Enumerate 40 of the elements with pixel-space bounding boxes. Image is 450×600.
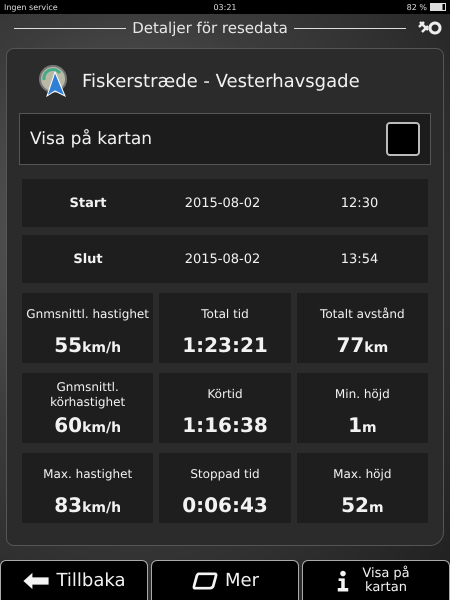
clock-text: 03:21 xyxy=(212,2,238,12)
stat-value: 55km/h xyxy=(54,332,122,356)
stat-value: 60km/h xyxy=(54,412,122,436)
stat-label: Stoppad tid xyxy=(190,466,260,484)
stat-label: Max. höjd xyxy=(333,466,392,484)
screen-title: Detaljer för resedata xyxy=(132,19,288,37)
stat-label: Totalt avstånd xyxy=(320,306,405,324)
time-label: Start xyxy=(68,196,108,210)
battery-icon xyxy=(430,3,446,11)
time-text: 13:54 xyxy=(340,252,380,266)
time-text: 12:30 xyxy=(340,196,380,210)
time-label: Slut xyxy=(72,252,104,266)
stat-label: Gnmsnittl. körhastighet xyxy=(49,380,126,410)
carrier-text: Ingen service xyxy=(4,2,59,12)
date-text: 2015-08-02 xyxy=(184,196,262,210)
stat-value: 1:16:38 xyxy=(182,412,268,436)
stat-value: 52m xyxy=(341,492,384,516)
route-name: Fiskerstræde - Vesterhavsgade xyxy=(82,70,360,92)
stat-value: 1m xyxy=(348,412,377,436)
info-button[interactable]: Visa på kartan xyxy=(302,560,450,600)
date-text: 2015-08-02 xyxy=(184,252,262,266)
stat-value: 83km/h xyxy=(54,492,122,516)
stat-label: Total tid xyxy=(201,306,249,324)
battery-text: 82 % xyxy=(406,2,427,12)
satellite-icon xyxy=(418,20,442,36)
stat-value: 1:23:21 xyxy=(182,332,268,356)
stat-label: Min. höjd xyxy=(334,386,390,404)
checkbox[interactable] xyxy=(386,122,420,156)
info-icon xyxy=(336,570,350,592)
stat-label: Max. hastighet xyxy=(43,466,132,484)
navigation-logo-icon xyxy=(38,64,68,98)
stat-label: Gnmsnittl. hastighet xyxy=(26,306,150,324)
show-on-map-label: Visa på kartan xyxy=(30,129,154,149)
show-on-map-row[interactable]: Visa på kartan xyxy=(19,113,431,165)
left-arrow-icon xyxy=(22,572,50,590)
stat-label: Körtid xyxy=(207,386,243,404)
back-button[interactable]: Tillbaka xyxy=(0,560,148,600)
more-button[interactable]: Mer xyxy=(151,560,299,600)
stat-value: 77km xyxy=(336,332,388,356)
stat-value: 0:06:43 xyxy=(182,492,268,516)
